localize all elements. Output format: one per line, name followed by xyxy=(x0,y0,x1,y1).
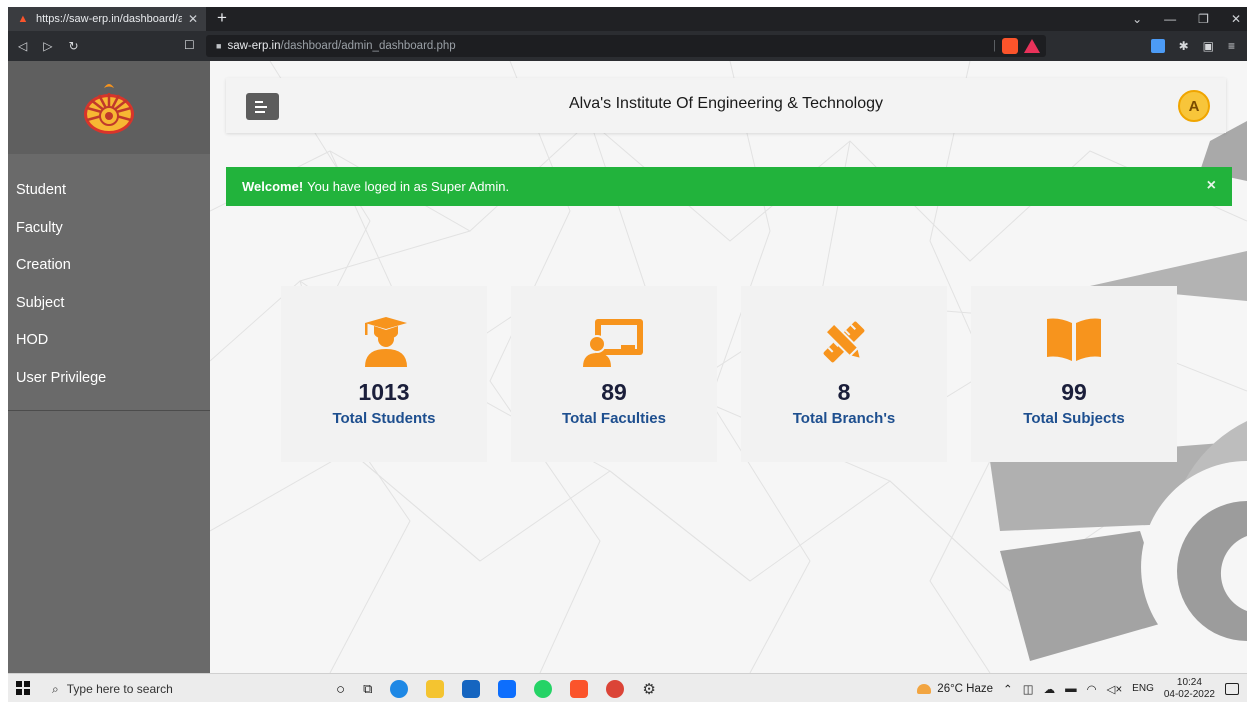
taskbar-search-placeholder: Type here to search xyxy=(66,682,173,696)
institute-logo-icon xyxy=(84,83,134,134)
puzzle-icon[interactable]: ✱ xyxy=(1179,39,1189,53)
student-icon xyxy=(365,317,407,367)
wallet-icon[interactable]: ▣ xyxy=(1203,39,1214,53)
taskbar-search[interactable]: ⌕ Type here to search xyxy=(52,678,173,700)
system-tray: 26°C Haze ⌃ ◫ ☁ ▬ ◠ ◁× ENG 10:24 04-02-2… xyxy=(917,674,1239,702)
stat-card-students[interactable]: 1013 Total Students xyxy=(281,286,487,462)
battery-icon[interactable]: ▬ xyxy=(1065,683,1077,695)
new-tab-button[interactable]: + xyxy=(212,8,232,28)
extensions-area: ✱ ▣ ≡ xyxy=(1150,31,1235,61)
whatsapp-icon[interactable] xyxy=(534,680,553,698)
tab-close-icon[interactable]: ✕ xyxy=(188,12,198,26)
mail-icon[interactable] xyxy=(498,680,517,698)
sidebar-item-subject[interactable]: Subject xyxy=(8,285,210,323)
reload-icon[interactable]: ↻ xyxy=(68,39,78,53)
onedrive-icon[interactable]: ☁ xyxy=(1044,682,1056,696)
stat-value: 1013 xyxy=(358,379,410,405)
settings-gear-icon[interactable]: ⚙ xyxy=(642,680,655,698)
bookmark-icon[interactable]: ☐ xyxy=(184,38,195,52)
store-icon[interactable] xyxy=(462,680,481,698)
address-bar[interactable]: ■ saw-erp.in/dashboard/admin_dashboard.p… xyxy=(206,35,1046,57)
stat-label: Total Subjects xyxy=(1023,410,1125,427)
close-window-icon[interactable]: ✕ xyxy=(1231,12,1241,26)
sidebar-item-user-privilege[interactable]: User Privilege xyxy=(8,360,210,398)
sidebar-menu: Student Faculty Creation Subject HOD Use… xyxy=(8,172,210,397)
brave-rewards-icon[interactable] xyxy=(1024,39,1040,53)
stat-card-branches[interactable]: 8 Total Branch's xyxy=(741,286,947,462)
book-icon xyxy=(1047,318,1101,361)
clock[interactable]: 10:24 04-02-2022 xyxy=(1164,677,1215,701)
address-bar-actions: | xyxy=(993,38,1040,54)
windows-start-icon[interactable] xyxy=(16,681,30,695)
stat-value: 89 xyxy=(601,379,627,405)
forward-icon[interactable]: ▷ xyxy=(43,39,52,53)
stat-value: 99 xyxy=(1061,379,1087,405)
alert-strong: Welcome! xyxy=(242,179,304,194)
stat-card-faculties[interactable]: 89 Total Faculties xyxy=(511,286,717,462)
edge-icon[interactable] xyxy=(390,680,409,698)
tab-title: https://saw-erp.in/dashboard/adr xyxy=(36,13,182,25)
top-header: Alva's Institute Of Engineering & Techno… xyxy=(226,78,1226,133)
url-path: /dashboard/admin_dashboard.php xyxy=(280,40,456,52)
clock-date: 04-02-2022 xyxy=(1163,688,1215,700)
url-host: saw-erp.in xyxy=(227,40,281,52)
taskbar-apps: ○ ⧉ ⚙ xyxy=(336,677,656,701)
cortana-icon[interactable]: ○ xyxy=(336,681,345,698)
weather-icon xyxy=(917,683,932,694)
stat-label: Total Branch's xyxy=(792,410,896,427)
window-controls: ⌄ — ❐ ✕ xyxy=(1132,7,1241,31)
task-view-icon[interactable]: ⧉ xyxy=(363,681,372,697)
stat-label: Total Students xyxy=(332,410,436,427)
browser-tab-active[interactable]: ▲ https://saw-erp.in/dashboard/adr ✕ xyxy=(8,7,206,31)
stat-value: 8 xyxy=(837,379,851,405)
institute-title: Alva's Institute Of Engineering & Techno… xyxy=(568,95,884,112)
lock-icon: ■ xyxy=(216,41,222,51)
user-avatar[interactable]: A xyxy=(1178,90,1210,122)
sidebar-item-faculty[interactable]: Faculty xyxy=(8,210,210,248)
browser-tabstrip: ▲ https://saw-erp.in/dashboard/adr ✕ + ⌄… xyxy=(8,7,1247,31)
site-favicon-icon: ▲ xyxy=(17,13,29,25)
brave-browser-icon[interactable] xyxy=(570,680,589,698)
back-icon[interactable]: ◁ xyxy=(18,39,27,53)
clock-time: 10:24 xyxy=(1176,676,1202,688)
wifi-icon[interactable]: ◠ xyxy=(1087,682,1097,696)
show-hidden-icons-icon[interactable]: ⌃ xyxy=(1003,682,1013,696)
volume-icon[interactable]: ◁× xyxy=(1107,682,1123,696)
notifications-icon[interactable] xyxy=(1225,682,1239,695)
sidebar: Student Faculty Creation Subject HOD Use… xyxy=(8,61,210,673)
sidebar-item-hod[interactable]: HOD xyxy=(8,322,210,360)
weather-widget[interactable]: 26°C Haze xyxy=(917,683,993,695)
language-indicator[interactable]: ENG xyxy=(1132,683,1154,694)
chrome-icon[interactable] xyxy=(606,680,625,698)
logo[interactable] xyxy=(8,61,210,154)
tab-search-chevron-icon[interactable]: ⌄ xyxy=(1132,12,1142,26)
sidebar-item-student[interactable]: Student xyxy=(8,172,210,210)
weather-text: 26°C Haze xyxy=(937,682,994,695)
meet-now-icon[interactable]: ◫ xyxy=(1023,682,1034,696)
nav-buttons: ◁ ▷ ↻ xyxy=(18,31,79,61)
sidebar-item-creation[interactable]: Creation xyxy=(8,247,210,285)
sidebar-divider xyxy=(8,410,210,411)
main-content: Alva's Institute Of Engineering & Techno… xyxy=(210,61,1247,673)
extension-icon[interactable] xyxy=(1150,39,1165,53)
restore-icon[interactable]: ❐ xyxy=(1198,12,1209,26)
stat-card-subjects[interactable]: 99 Total Subjects xyxy=(971,286,1177,462)
search-icon: ⌕ xyxy=(52,681,59,696)
teacher-icon xyxy=(583,319,643,367)
alert-close-button[interactable]: × xyxy=(1207,177,1216,195)
brave-shields-icon[interactable] xyxy=(1002,38,1018,54)
welcome-alert: Welcome! You have loged in as Super Admi… xyxy=(226,167,1232,206)
windows-taskbar: ⌕ Type here to search ○ ⧉ ⚙ 26°C Haze ⌃ … xyxy=(8,673,1247,702)
minimize-icon[interactable]: — xyxy=(1164,12,1176,26)
stat-label: Total Faculties xyxy=(562,410,666,427)
alert-message: You have loged in as Super Admin. xyxy=(307,179,510,194)
pencil-ruler-icon xyxy=(823,321,865,363)
menu-icon[interactable]: ≡ xyxy=(1228,39,1235,53)
browser-toolbar: ◁ ▷ ↻ ☐ ■ saw-erp.in/dashboard/admin_das… xyxy=(8,31,1247,61)
file-explorer-icon[interactable] xyxy=(426,680,445,698)
